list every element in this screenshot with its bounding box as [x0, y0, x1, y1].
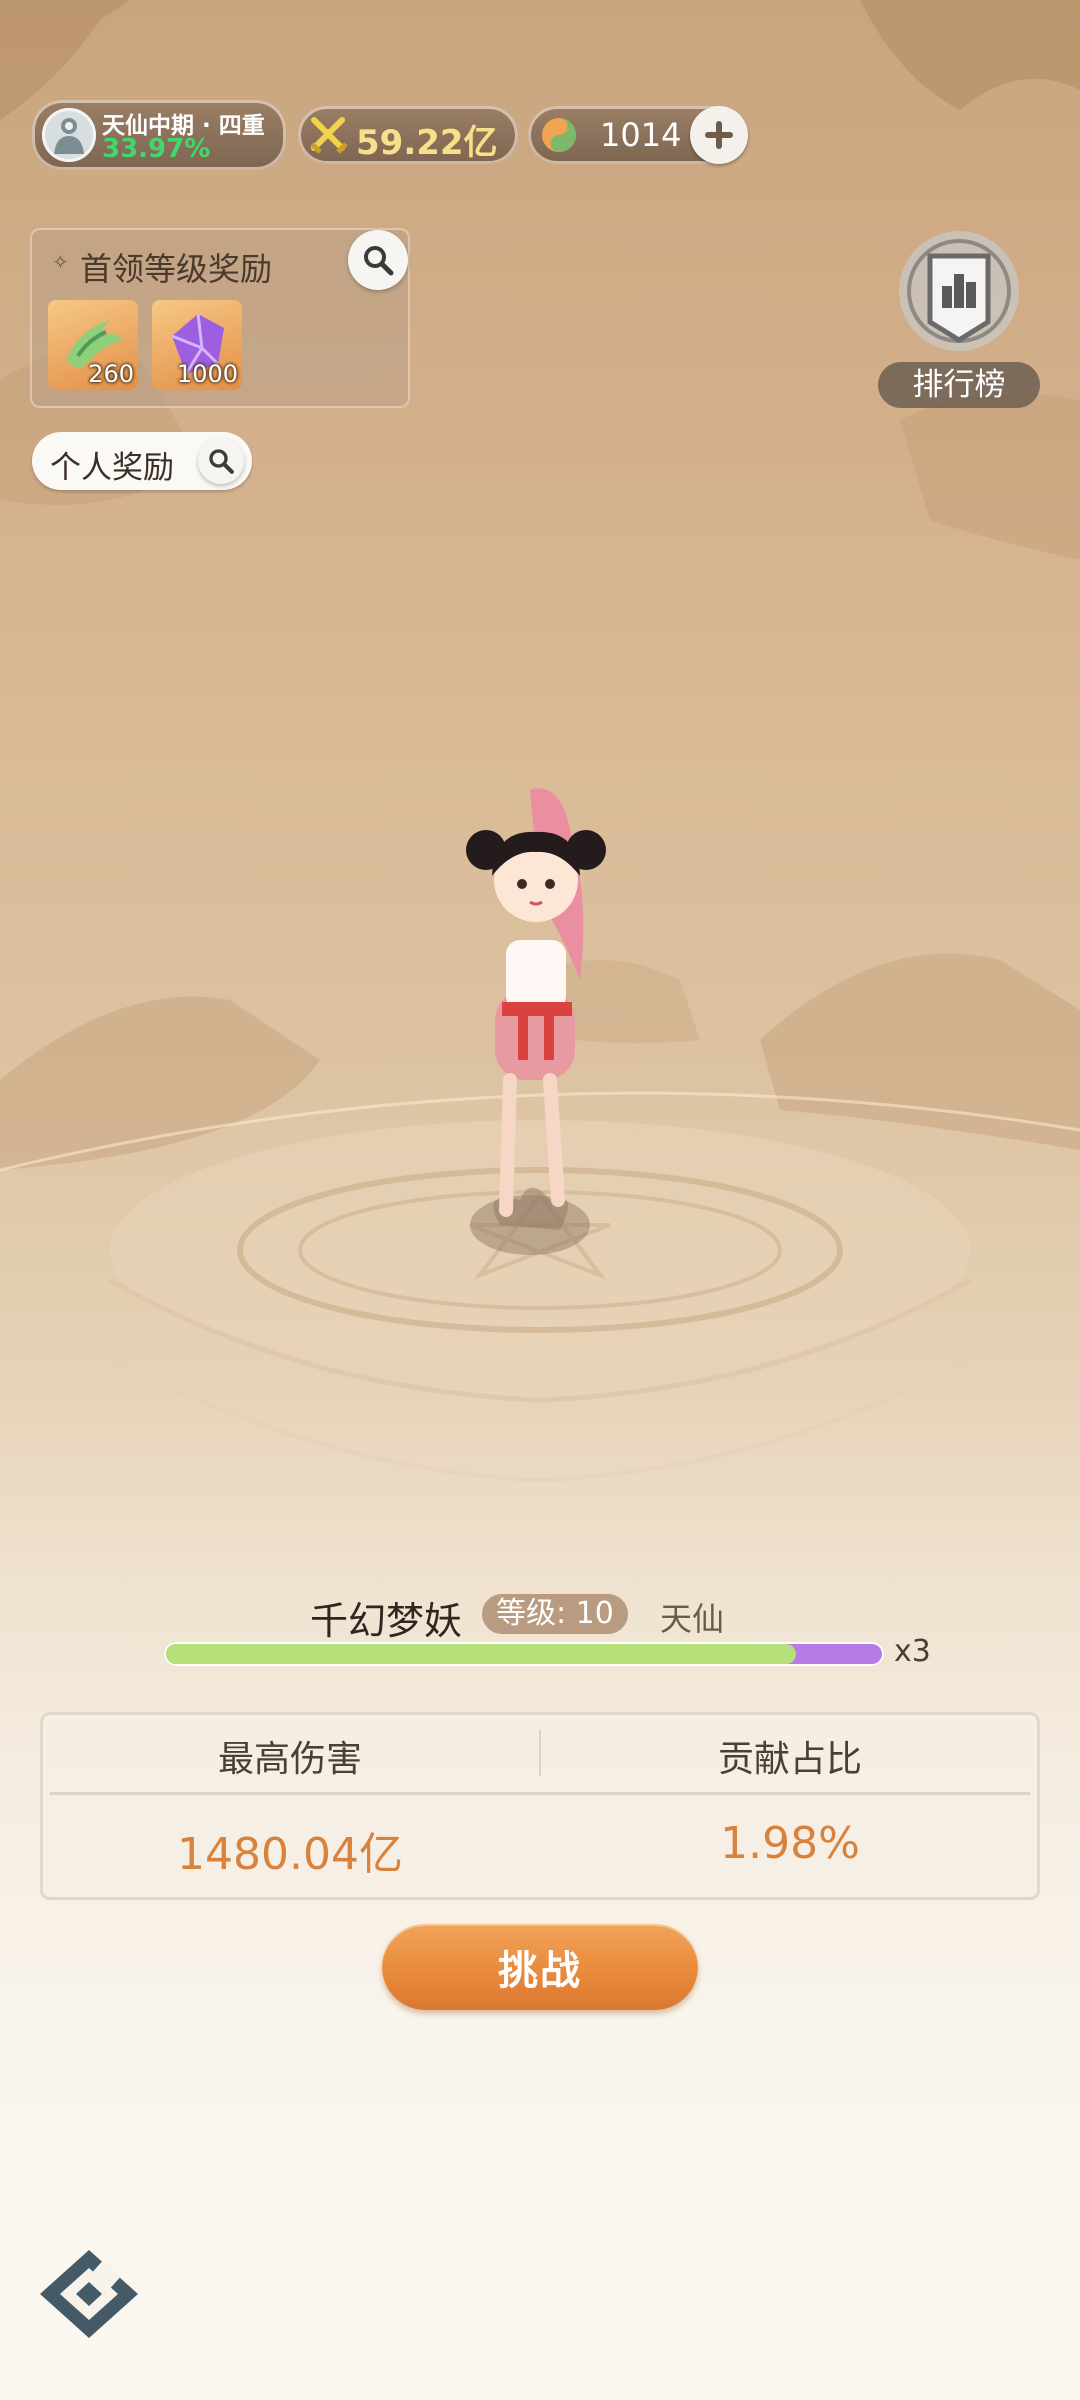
jade-coin-icon — [538, 114, 580, 156]
add-currency-button[interactable] — [690, 106, 748, 164]
boss-health-bar — [164, 1642, 884, 1666]
avatar-icon — [42, 108, 96, 162]
boss-rewards-title: 首领等级奖励 — [80, 250, 273, 288]
magnifier-icon — [209, 449, 234, 474]
realm-badge[interactable]: 天仙中期 · 四重 33.97% — [32, 100, 286, 170]
max-damage-label: 最高伤害 — [217, 1739, 362, 1780]
ranking-label: 排行榜 — [878, 362, 1040, 408]
personal-rewards-label: 个人奖励 — [50, 450, 174, 486]
diamond-bullet-icon: ✧ — [52, 250, 69, 274]
health-bar-count: x3 — [894, 1634, 931, 1669]
currency-value: 1014 — [600, 116, 682, 154]
boss-realm: 天仙 — [660, 1600, 725, 1638]
power-value: 59.22亿 — [356, 123, 498, 163]
power-badge: 59.22亿 — [298, 106, 518, 164]
stats-table: 最高伤害 贡献占比 1480.04亿 1.98% — [40, 1712, 1040, 1900]
ranking-button[interactable]: 排行榜 — [878, 228, 1040, 410]
boss-health-fill — [166, 1644, 797, 1664]
plus-icon — [705, 121, 733, 149]
realm-progress: 33.97% — [102, 134, 211, 164]
reward-count: 1000 — [176, 360, 238, 388]
boss-character — [466, 788, 606, 1255]
challenge-button[interactable]: 挑战 — [382, 1924, 698, 2010]
menu-diamond-icon[interactable] — [34, 2246, 144, 2342]
swords-icon — [308, 114, 350, 156]
max-damage-value: 1480.04亿 — [177, 1829, 403, 1880]
challenge-label: 挑战 — [498, 1948, 582, 1994]
contribution-label: 贡献占比 — [717, 1739, 862, 1780]
personal-rewards-search-icon — [198, 438, 244, 484]
personal-rewards-button[interactable]: 个人奖励 — [32, 432, 252, 490]
boss-rewards-search-button[interactable] — [348, 230, 408, 290]
reward-count: 260 — [88, 360, 134, 388]
magnifier-icon — [364, 246, 394, 276]
reward-item-dragon-bone[interactable]: 260 — [48, 300, 138, 390]
boss-level-badge: 等级: 10 — [482, 1594, 628, 1634]
boss-name: 千幻梦妖 — [310, 1599, 463, 1643]
ranking-banner-icon — [896, 228, 1022, 354]
reward-item-purple-crystal[interactable]: 1000 — [152, 300, 242, 390]
contribution-value: 1.98% — [720, 1818, 860, 1869]
stats-divider-horizontal — [50, 1792, 1030, 1795]
